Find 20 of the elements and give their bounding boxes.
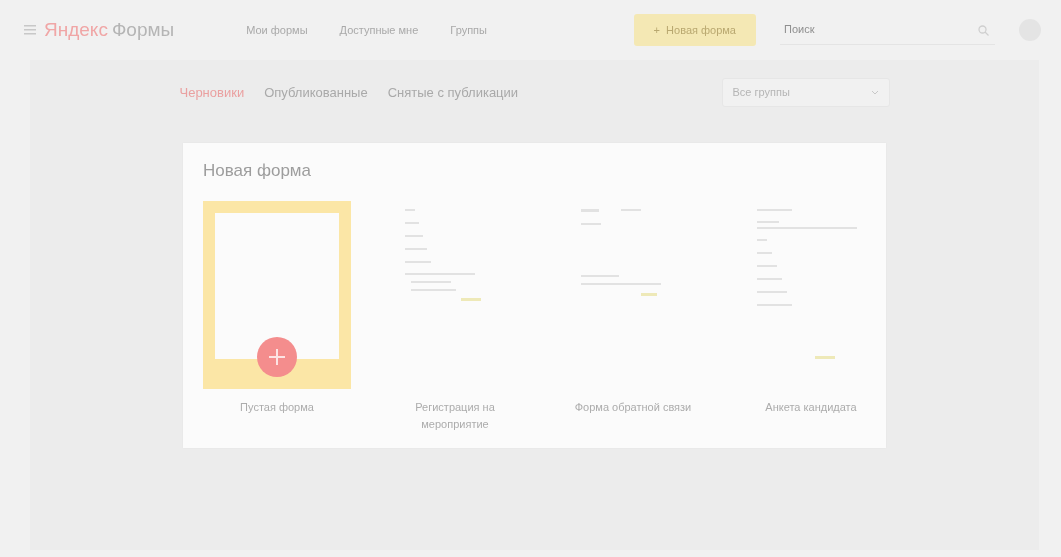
group-select[interactable]: Все группы: [721, 78, 890, 107]
tab[interactable]: Опубликованные: [264, 78, 368, 106]
search-field[interactable]: Поиск: [780, 15, 995, 45]
tab[interactable]: Снятые с публикации: [387, 78, 519, 106]
blank-form-drawing[interactable]: [203, 200, 351, 389]
template-label[interactable]: Регистрация на мероприятие: [381, 398, 529, 435]
dialog-title: Новая форма: [203, 160, 312, 181]
template-label[interactable]: Форма обратной связи: [559, 398, 707, 417]
new-form-button[interactable]: + Новая форма: [633, 13, 756, 47]
logo-brand: Яндекс: [44, 17, 108, 42]
tab[interactable]: Черновики: [179, 78, 245, 106]
menu-icon[interactable]: [24, 25, 36, 35]
template-label[interactable]: Анкета кандидата: [737, 398, 885, 417]
nav-link[interactable]: Группы: [442, 17, 495, 43]
nav-link[interactable]: Мои формы: [238, 17, 316, 43]
logo-product: Формы: [111, 17, 175, 42]
chevron-icon: [870, 89, 879, 95]
template-label[interactable]: Пустая форма: [203, 398, 351, 417]
nav-link[interactable]: Доступные мне: [331, 17, 427, 43]
search-icon[interactable]: [978, 24, 989, 36]
